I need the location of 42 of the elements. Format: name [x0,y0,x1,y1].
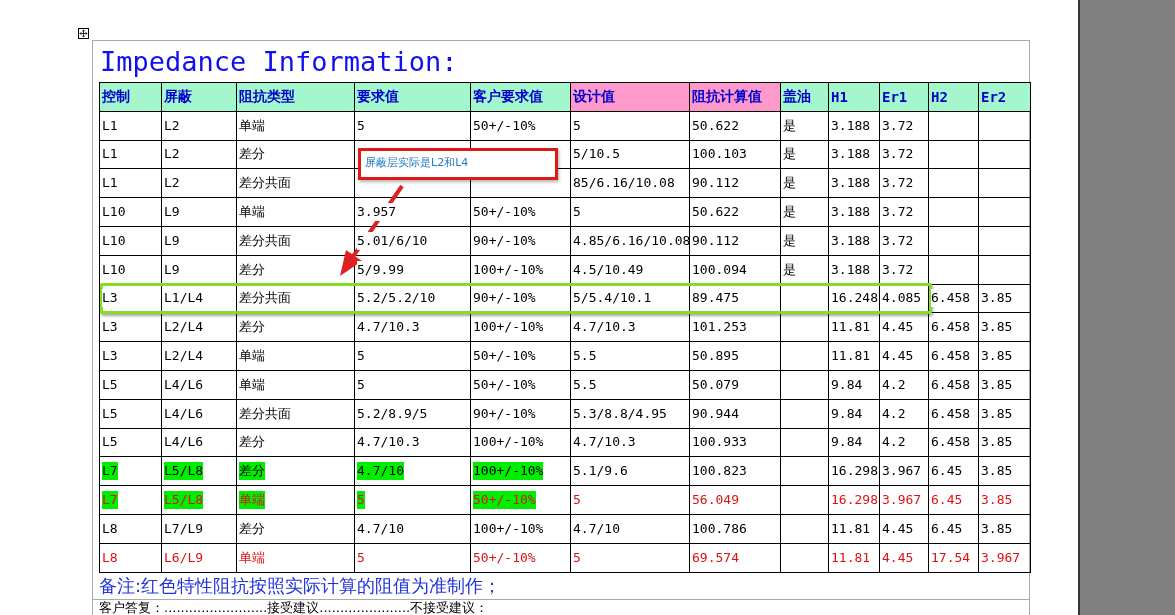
table-cell: 5.01/6/10 [357,231,428,250]
table-cell: 差分共面 [239,231,291,250]
column-header: 控制 [99,82,162,112]
column-header: 设计值 [570,82,690,112]
table-cell: 单端 [239,375,265,394]
table-cell: 差分 [239,462,265,481]
column-header: 阻抗类型 [236,82,355,112]
table-cell: 单端 [239,116,265,135]
table-cell: L5/L8 [164,462,204,481]
table-cell: 4.7/10 [357,462,404,481]
table-cell: L7 [102,491,118,510]
column-header: Er2 [978,82,1031,112]
column-header: 屏蔽 [161,82,237,112]
table-cell: 50+/-10% [473,491,536,510]
table-cell: L5/L8 [164,491,204,510]
table-move-handle-icon[interactable] [78,28,89,39]
table-cell: 是 [783,231,796,250]
table-cell: 5/9.99 [357,260,404,279]
callout-box: 屏蔽层实际是L2和L4 [358,148,558,180]
table-cell: 差分 [239,260,265,279]
table-cell: 3.957 [357,203,397,222]
column-header: H2 [928,82,979,112]
table-cell: 差分 [239,519,265,538]
table-cell: 单端 [239,548,265,567]
document-heading: Impedance Information: [99,45,459,79]
table-cell: 是 [783,116,796,135]
column-header: 阻抗计算值 [689,82,781,112]
table-cell: 100+/-10% [473,462,544,481]
column-header: Er1 [879,82,929,112]
column-header: 盖油 [780,82,829,112]
table-cell: 5 [357,491,365,510]
reply-line: 客户答复：.........................接受建议......................不接受建议： [93,598,1029,615]
column-header: 要求值 [354,82,471,112]
column-header: H1 [828,82,880,112]
table-cell: 6.458 [931,289,971,308]
column-header: 客户要求值 [470,82,571,112]
note-text: 备注:红色特性阻抗按照实际计算的阻值为准制作； [99,573,503,598]
table-cell: 差分共面 [239,404,291,423]
table-cell: L3 [102,289,118,308]
table-cell: 单端 [239,491,265,510]
table-cell: 是 [783,260,796,279]
table-cell: L7 [102,462,118,481]
